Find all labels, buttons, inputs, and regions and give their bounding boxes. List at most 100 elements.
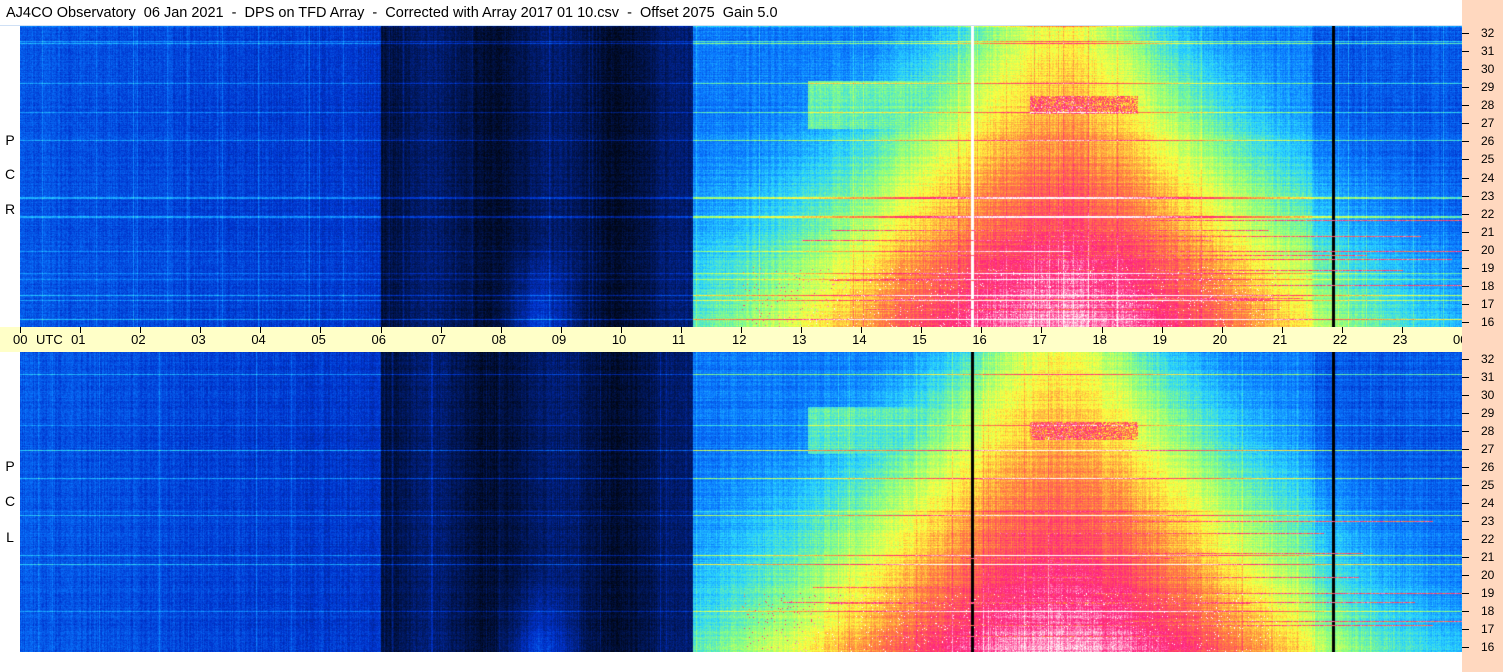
freq-tick xyxy=(1462,141,1469,143)
freq-tick xyxy=(1462,593,1469,594)
freq-tick xyxy=(1462,285,1469,287)
utc-label: UTC xyxy=(36,332,63,347)
freq-tick-label: 23 xyxy=(1481,188,1495,203)
freq-tick-label: 24 xyxy=(1481,496,1495,510)
lcp-heatmap xyxy=(20,352,1462,652)
time-tick-label: 20 xyxy=(1212,332,1228,347)
freq-tick xyxy=(1462,213,1469,215)
freq-tick xyxy=(1462,431,1469,432)
time-tick-label: 16 xyxy=(972,332,987,347)
freq-tick-label: 20 xyxy=(1481,242,1495,257)
lcp-letter-c: C xyxy=(4,493,16,509)
time-tick-label: 05 xyxy=(311,332,326,347)
freq-tick-label: 26 xyxy=(1481,460,1495,474)
rcp-label: P C R xyxy=(0,26,20,327)
time-tick-label: 09 xyxy=(551,332,567,347)
freq-tick-label: 25 xyxy=(1481,152,1495,167)
freq-tick xyxy=(1462,449,1469,450)
lcp-letter-l: L xyxy=(6,529,14,545)
time-tick-label: 07 xyxy=(431,332,447,347)
rcp-letter-p: P xyxy=(5,132,15,148)
freq-tick xyxy=(1462,267,1469,269)
freq-tick xyxy=(1462,322,1469,323)
freq-tick xyxy=(1462,575,1469,576)
freq-tick xyxy=(1462,69,1469,71)
freq-tick-label: 32 xyxy=(1481,26,1495,40)
freq-tick xyxy=(1462,51,1469,53)
time-axis: 00 01 02 03 04 05 06 07 08 09 10 11 12 13 14 15 16 17 18 19… xyxy=(0,327,1494,352)
freq-tick xyxy=(1462,159,1469,161)
freq-tick-label: 18 xyxy=(1481,604,1495,618)
time-tick-label: 04 xyxy=(251,332,266,347)
freq-tick xyxy=(1462,467,1469,468)
freq-tick xyxy=(1462,105,1469,107)
freq-tick-label: 19 xyxy=(1481,260,1495,275)
freq-tick-label: 31 xyxy=(1481,44,1495,59)
freq-tick-label: 19 xyxy=(1481,586,1495,600)
freq-tick-label: 28 xyxy=(1481,98,1495,113)
freq-tick xyxy=(1462,377,1469,378)
freq-tick-label: 27 xyxy=(1481,116,1495,131)
time-tick-label: 08 xyxy=(491,332,507,347)
freq-tick-label: 23 xyxy=(1481,514,1495,528)
rcp-letter-c: C xyxy=(4,166,16,182)
time-tick-label: 06 xyxy=(371,332,386,347)
freq-tick xyxy=(1462,87,1469,89)
freq-tick-label: 22 xyxy=(1481,206,1495,221)
rcp-letter-r: R xyxy=(4,201,16,217)
freq-tick-label: 24 xyxy=(1481,170,1495,185)
freq-tick xyxy=(1462,249,1469,251)
time-tick-label: 13 xyxy=(792,332,807,347)
time-tick-label: 10 xyxy=(611,332,627,347)
freq-tick xyxy=(1462,521,1469,522)
freq-tick xyxy=(1462,33,1469,34)
chart-title: AJ4CO Observatory 06 Jan 2021 - DPS on T… xyxy=(0,0,1462,26)
freq-tick xyxy=(1462,359,1469,360)
time-tick-label: 11 xyxy=(671,332,686,347)
freq-tick xyxy=(1462,629,1469,630)
freq-tick-label: 29 xyxy=(1481,80,1495,95)
freq-tick xyxy=(1462,503,1469,504)
freq-tick-label: 21 xyxy=(1481,224,1495,239)
rcp-frequency-axis: 32 31 30 29 28 27 26 25 24 23 22 21 20 19 18 17 16 xyxy=(1462,26,1503,329)
time-tick-label: 01 xyxy=(71,332,86,347)
time-tick-label: 14 xyxy=(852,332,867,347)
lcp-spectrogram xyxy=(20,352,1462,652)
freq-tick-label: 25 xyxy=(1481,478,1495,492)
freq-tick-label: 30 xyxy=(1481,62,1495,77)
time-tick-label: 22 xyxy=(1332,332,1348,347)
lcp-letter-p: P xyxy=(5,458,15,474)
time-tick-label: 23 xyxy=(1392,332,1408,347)
freq-tick-label: 18 xyxy=(1481,278,1495,293)
rcp-heatmap xyxy=(20,26,1462,327)
freq-tick xyxy=(1462,123,1469,125)
time-tick-label: 00 xyxy=(13,332,28,347)
time-tick-label: 12 xyxy=(732,332,747,347)
freq-tick xyxy=(1462,611,1469,612)
time-tick-label: 19 xyxy=(1152,332,1168,347)
freq-tick-label: 21 xyxy=(1481,550,1495,564)
freq-tick-label: 17 xyxy=(1481,296,1495,311)
time-tick-label: 03 xyxy=(191,332,206,347)
freq-tick xyxy=(1462,539,1469,540)
freq-tick-label: 16 xyxy=(1481,315,1495,329)
freq-tick-label: 22 xyxy=(1481,532,1495,546)
time-tick-label: 21 xyxy=(1272,332,1288,347)
time-tick-label: 17 xyxy=(1032,332,1047,347)
freq-tick xyxy=(1462,177,1469,179)
freq-tick-label: 20 xyxy=(1481,568,1495,582)
freq-tick xyxy=(1462,647,1469,648)
freq-tick xyxy=(1462,195,1469,197)
freq-tick-label: 30 xyxy=(1481,388,1495,402)
freq-tick-label: 27 xyxy=(1481,442,1495,456)
freq-tick-label: 32 xyxy=(1481,352,1495,366)
freq-tick-label: 16 xyxy=(1481,640,1495,654)
freq-tick-label: 29 xyxy=(1481,406,1495,420)
time-tick-label: 15 xyxy=(912,332,927,347)
freq-tick xyxy=(1462,303,1469,305)
freq-tick-label: 17 xyxy=(1481,622,1495,636)
freq-tick xyxy=(1462,485,1469,486)
time-tick-label: 02 xyxy=(131,332,146,347)
freq-tick xyxy=(1462,231,1469,233)
freq-tick xyxy=(1462,557,1469,558)
